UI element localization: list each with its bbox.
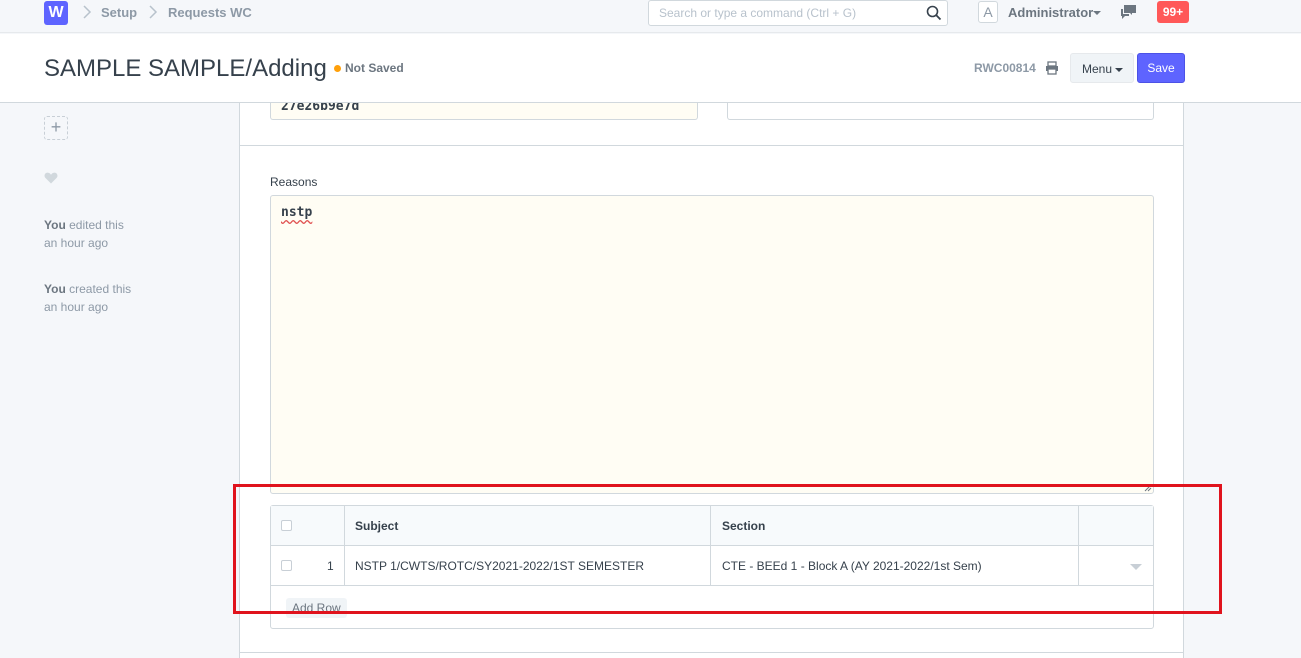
page-head: SAMPLE SAMPLE/Adding Not Saved RWC00814 … <box>0 34 1301 103</box>
timeline-user: You <box>44 218 66 232</box>
column-header-subject: Subject <box>355 519 399 533</box>
reasons-label: Reasons <box>270 175 318 189</box>
column-divider <box>1078 506 1079 546</box>
timeline-user: You <box>44 282 66 296</box>
menu-button-label: Menu <box>1082 62 1113 76</box>
search-box <box>648 0 948 26</box>
table-row[interactable]: 1 NSTP 1/CWTS/ROTC/SY2021-2022/1ST SEMES… <box>271 546 1153 586</box>
hash-field[interactable]: 27e26b9e7d <box>270 103 698 120</box>
column-divider <box>344 546 345 586</box>
timeline-action: edited this <box>69 218 124 232</box>
resize-handle-icon[interactable] <box>1143 483 1152 492</box>
user-menu[interactable]: Administrator <box>1008 5 1093 20</box>
grid-header: Subject Section <box>271 506 1153 546</box>
chevron-down-icon[interactable] <box>1130 564 1142 570</box>
user-avatar[interactable]: A <box>978 1 998 23</box>
subjects-grid: Subject Section 1 NSTP 1/CWTS/ROTC/SY202… <box>270 505 1154 629</box>
column-divider <box>1078 546 1079 586</box>
empty-field[interactable] <box>727 103 1154 120</box>
chevron-right-icon <box>149 5 158 19</box>
row-index: 1 <box>327 559 334 573</box>
column-header-section: Section <box>722 519 766 533</box>
print-icon[interactable] <box>1045 61 1059 75</box>
search-input[interactable] <box>649 1 909 25</box>
status-dot-icon <box>334 65 341 72</box>
save-button[interactable]: Save <box>1137 53 1185 83</box>
add-attachment-button[interactable]: + <box>44 116 68 140</box>
document-name: RWC00814 <box>974 61 1036 75</box>
timeline-time: an hour ago <box>44 236 109 250</box>
status-indicator: Not Saved <box>345 61 404 75</box>
search-icon[interactable] <box>925 4 943 22</box>
add-row-button[interactable]: Add Row <box>286 598 347 618</box>
column-divider <box>710 506 711 546</box>
notification-badge[interactable]: 99+ <box>1157 1 1189 23</box>
section-divider <box>240 145 1183 146</box>
menu-button[interactable]: Menu <box>1070 53 1134 83</box>
timeline-time: an hour ago <box>44 300 109 314</box>
reasons-textarea[interactable]: nstp <box>270 195 1154 494</box>
navbar: W Setup Requests WC A Administrator 99+ <box>0 0 1301 33</box>
heart-icon[interactable] <box>44 172 58 184</box>
row-section[interactable]: CTE - BEEd 1 - Block A (AY 2021-2022/1st… <box>722 559 982 573</box>
chat-icon[interactable] <box>1120 4 1138 20</box>
timeline-item: You edited this an hour ago <box>44 216 124 252</box>
form-layout: 27e26b9e7d Reasons nstp Subject Section … <box>239 103 1184 658</box>
timeline-item: You created this an hour ago <box>44 280 131 316</box>
row-subject[interactable]: NSTP 1/CWTS/ROTC/SY2021-2022/1ST SEMESTE… <box>355 559 644 573</box>
timeline-action: created this <box>69 282 132 296</box>
row-checkbox[interactable] <box>281 560 292 571</box>
breadcrumb-setup[interactable]: Setup <box>101 5 137 20</box>
page-title: SAMPLE SAMPLE/Adding <box>44 55 327 82</box>
column-divider <box>344 506 345 546</box>
app-logo[interactable]: W <box>44 1 68 25</box>
chevron-down-icon[interactable] <box>1093 11 1101 15</box>
column-divider <box>710 546 711 586</box>
select-all-checkbox[interactable] <box>281 520 292 531</box>
section-divider <box>240 652 1183 653</box>
chevron-down-icon <box>1115 68 1123 72</box>
chevron-right-icon <box>83 5 92 19</box>
breadcrumb-requests-wc[interactable]: Requests WC <box>168 5 252 20</box>
